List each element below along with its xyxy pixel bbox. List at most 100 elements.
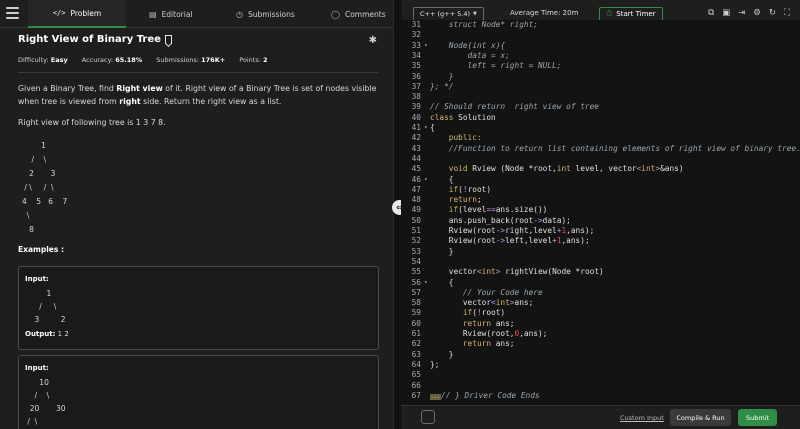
- code-line[interactable]: 49 if(level==ans.size()): [401, 205, 800, 215]
- submit-button[interactable]: Submit: [738, 409, 777, 426]
- tab-problem-label: Problem: [70, 8, 102, 18]
- fold-arrow-icon[interactable]: ▾: [424, 278, 428, 288]
- hamburger-menu-icon[interactable]: [6, 7, 19, 19]
- start-timer-button[interactable]: ⏱ Start Timer: [599, 7, 663, 21]
- copy-icon[interactable]: ⧉: [708, 8, 714, 18]
- console-toggle[interactable]: [421, 410, 435, 424]
- problem-meta: Difficulty: Easy Accuracy: 65.18% Submis…: [18, 56, 268, 64]
- code-text: data = x;: [430, 50, 510, 60]
- line-number: 57: [411, 287, 421, 297]
- code-line[interactable]: 60 return ans;: [401, 319, 800, 329]
- code-line[interactable]: 42 public:: [401, 133, 800, 143]
- line-number: 41: [411, 123, 421, 132]
- code-line[interactable]: 31 struct Node* right;: [401, 20, 800, 30]
- code-line[interactable]: 67 ...// } Driver Code Ends: [401, 391, 800, 401]
- code-line[interactable]: 64};: [401, 360, 800, 370]
- fullscreen-icon[interactable]: ⛶: [784, 8, 790, 18]
- code-text: Rview(root->left,level+1,ans);: [430, 236, 590, 246]
- code-line[interactable]: 47 if(!root): [401, 185, 800, 195]
- code-text: if(!root): [462, 308, 506, 318]
- tab-submissions[interactable]: ◷ Submissions: [236, 0, 295, 28]
- code-line[interactable]: 44: [401, 154, 800, 164]
- language-select[interactable]: C++ (g++ 5.4) ▼: [413, 7, 484, 21]
- code-line[interactable]: 65: [401, 370, 800, 380]
- code-line[interactable]: 43 //Function to return list containing …: [401, 144, 800, 154]
- compile-run-button[interactable]: Compile & Run: [670, 409, 731, 426]
- code-text: // Your Code here: [430, 287, 543, 297]
- clock-icon: ◷: [236, 9, 243, 19]
- tab-problem[interactable]: </> Problem: [28, 0, 126, 28]
- input-label: Input:: [25, 364, 49, 372]
- line-number: 31: [411, 20, 421, 29]
- document-icon: ▤: [149, 9, 157, 19]
- difficulty: Difficulty: Easy: [18, 56, 68, 64]
- code-line[interactable]: 51 Rview(root->right,level+1,ans);: [401, 226, 800, 236]
- code-line[interactable]: 39 // Should return right view of tree: [401, 102, 800, 112]
- problem-description: Given a Binary Tree, find Right view of …: [18, 82, 378, 108]
- difficulty-label: Difficulty:: [18, 56, 49, 64]
- code-line[interactable]: 34 data = x;: [401, 51, 800, 61]
- code-line[interactable]: 55 vector<int> rightView(Node *root): [401, 267, 800, 277]
- code-text: class Solution: [430, 112, 496, 122]
- code-line[interactable]: 46 ▾ {: [401, 175, 800, 185]
- code-line[interactable]: 33 ▾ Node(int x){: [401, 41, 800, 51]
- line-number: 60: [411, 318, 421, 328]
- code-line[interactable]: 59 if(!root): [401, 308, 800, 318]
- line-number: 35: [411, 61, 421, 71]
- fold-arrow-icon[interactable]: ▾: [424, 175, 428, 185]
- custom-input-link[interactable]: Custom Input: [620, 414, 664, 422]
- code-text: return ans;: [462, 339, 515, 349]
- editor-panel: C++ (g++ 5.4) ▼ Average Time: 20m ⏱ Star…: [401, 0, 800, 429]
- editor-tool-icons: ⧉ ▣ ⇥ ⚙ ↻ ⛶: [708, 8, 790, 18]
- code-text: //Function to return list containing ele…: [430, 143, 800, 153]
- code-editor[interactable]: 31 struct Node* right; 32 33 ▾ Node(int x){…: [401, 20, 800, 405]
- code-line[interactable]: 62 return ans;: [401, 339, 800, 349]
- code-line[interactable]: 35 left = right = NULL;: [401, 61, 800, 71]
- code-line[interactable]: 54: [401, 257, 800, 267]
- code-line[interactable]: 53 }: [401, 247, 800, 257]
- code-line[interactable]: 41 ▾{: [401, 123, 800, 133]
- example-box-2: Input: 10 / \ 20 30 / \: [18, 355, 379, 429]
- submissions-label: Submissions:: [156, 56, 200, 64]
- tab-comments[interactable]: ◯ Comments: [331, 0, 386, 28]
- problem-panel: </> Problem ▤ Editorial ◷ Submissions ◯ …: [0, 0, 393, 429]
- code-line[interactable]: 56 ▾ {: [401, 278, 800, 288]
- code-line[interactable]: 63 }: [401, 350, 800, 360]
- code-line[interactable]: 61 Rview(root,0,ans);: [401, 329, 800, 339]
- line-number: 59: [411, 308, 421, 318]
- fold-arrow-icon[interactable]: ▾: [424, 123, 428, 133]
- code-text: Node(int x){: [430, 40, 506, 50]
- code-line[interactable]: 50 ans.push_back(root->data);: [401, 216, 800, 226]
- line-number: 33: [411, 40, 421, 50]
- bookmark-icon[interactable]: [164, 35, 172, 44]
- code-line[interactable]: 38: [401, 92, 800, 102]
- bug-report-icon[interactable]: ✱: [369, 35, 377, 46]
- code-text: void Rview (Node *root,int level, vector…: [448, 164, 684, 174]
- reset-icon[interactable]: ↻: [769, 8, 776, 18]
- line-number: 49: [411, 205, 421, 215]
- code-line[interactable]: 48 return;: [401, 195, 800, 205]
- settings-icon[interactable]: ⚙: [753, 8, 761, 18]
- code-line[interactable]: 58 vector<int>ans;: [401, 298, 800, 308]
- code-line[interactable]: 40 class Solution: [401, 113, 800, 123]
- line-number: 67: [411, 390, 421, 400]
- fold-arrow-icon[interactable]: ▾: [424, 41, 428, 51]
- code-line[interactable]: 36 }: [401, 72, 800, 82]
- code-line[interactable]: 57 // Your Code here: [401, 288, 800, 298]
- tab-editorial[interactable]: ▤ Editorial: [149, 0, 193, 28]
- clipboard-icon[interactable]: ▣: [722, 8, 730, 18]
- line-number: 32: [411, 30, 421, 40]
- line-number: 52: [411, 236, 421, 246]
- code-line[interactable]: 52 Rview(root->left,level+1,ans);: [401, 236, 800, 246]
- export-icon[interactable]: ⇥: [738, 8, 745, 18]
- code-line[interactable]: 32: [401, 30, 800, 40]
- code-line[interactable]: 37}; */: [401, 82, 800, 92]
- line-number: 40: [411, 112, 421, 122]
- code-line[interactable]: 45 void Rview (Node *root,int level, vec…: [401, 164, 800, 174]
- example-2-tree: 10 / \ 20 30 / \: [27, 378, 66, 426]
- code-text: ...// } Driver Code Ends: [430, 390, 540, 400]
- code-line[interactable]: 66: [401, 381, 800, 391]
- line-number: 64: [411, 359, 421, 369]
- start-timer-label: Start Timer: [616, 10, 656, 18]
- line-number: 50: [411, 215, 421, 225]
